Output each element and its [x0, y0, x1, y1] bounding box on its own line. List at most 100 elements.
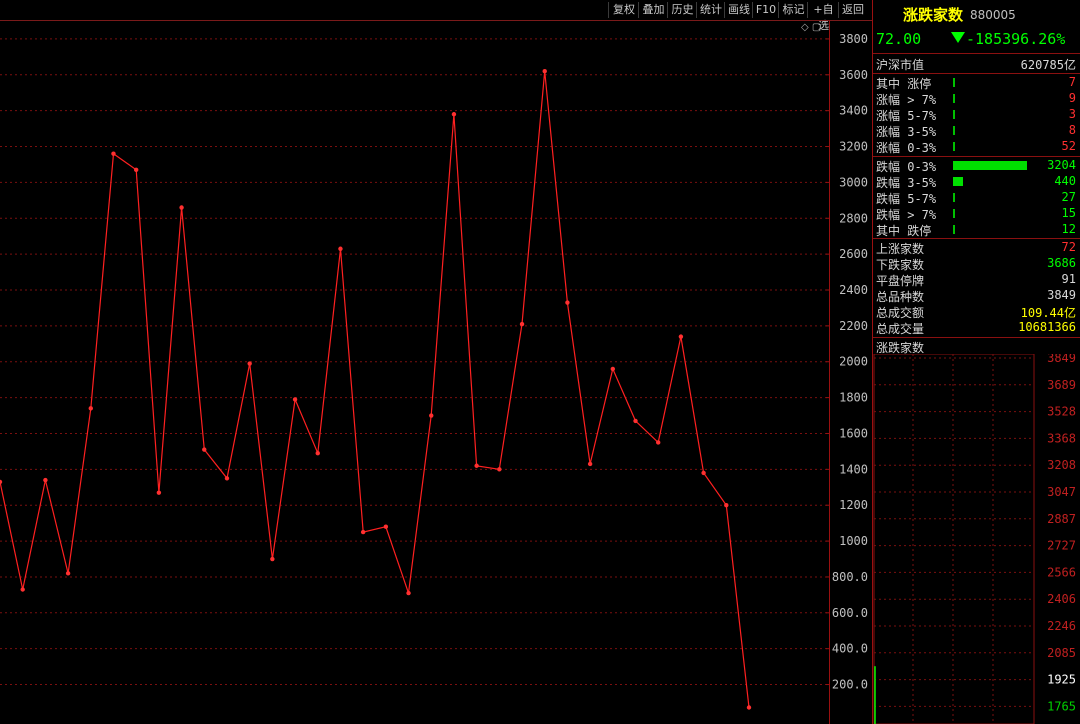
toolbar-button[interactable]: 历史: [667, 2, 697, 18]
y-tick-label: 600.0: [832, 606, 868, 620]
stat-label: 涨幅 3-5%: [876, 125, 937, 139]
y-tick-label: 2400: [839, 283, 868, 297]
mini-chart[interactable]: 3849 3689 3528 3368 3208 3047 2887 2727 2566 2406…: [873, 354, 1080, 724]
stat-row: 下跌家数 3686: [873, 256, 1080, 272]
mini-y-tick-label: 2246: [1047, 619, 1076, 633]
mini-y-tick-label: 2406: [1047, 592, 1076, 606]
stat-bar: [953, 142, 955, 151]
mini-y-tick-label: 2727: [1047, 539, 1076, 553]
stat-label: 跌幅 5-7%: [876, 192, 937, 206]
stat-value: 440: [1054, 174, 1076, 188]
y-tick-label: 3800: [839, 32, 868, 46]
mini-y-tick-label: 1925: [1047, 673, 1076, 687]
toolbar-button[interactable]: 标记: [778, 2, 808, 18]
y-tick-label: 1800: [839, 391, 868, 405]
data-point: [610, 366, 616, 372]
stat-value: 7: [1068, 75, 1076, 89]
chart-settings-icon[interactable]: ◇ ▢: [801, 22, 821, 33]
y-tick-label: 1600: [839, 426, 868, 440]
stat-label: 平盘停牌: [876, 274, 925, 288]
y-tick-label: 800.0: [832, 570, 868, 584]
data-point: [88, 406, 93, 411]
stat-value: 8: [1068, 123, 1076, 137]
toolbar-button[interactable]: 叠加: [638, 2, 668, 18]
toolbar-button[interactable]: F10: [752, 2, 779, 18]
market-cap-value: 620785亿: [1020, 58, 1076, 72]
y-tick-label: 3600: [839, 68, 868, 82]
y-tick-label: 200.0: [832, 678, 868, 692]
stat-row: 跌幅 5-7% 27: [873, 190, 1080, 206]
stat-row: 总成交额 109.44亿: [873, 304, 1080, 320]
toolbar-button[interactable]: 返回: [838, 2, 867, 18]
mini-y-tick-label: 2887: [1047, 512, 1076, 526]
data-point: [656, 440, 661, 445]
y-tick-label: 2200: [839, 319, 868, 333]
y-tick-label: 3400: [839, 104, 868, 118]
stat-value: 109.44亿: [1020, 306, 1076, 320]
stat-value: 27: [1061, 190, 1076, 204]
stat-bar: [953, 161, 1027, 170]
mini-y-tick-label: 1765: [1047, 699, 1076, 713]
main-line-chart[interactable]: 3800 3600 3400 3200 3000 2800 2600 2400 2200 2000…: [0, 21, 872, 724]
y-tick-label: 1200: [839, 498, 868, 512]
stat-bar: [953, 177, 963, 186]
y-tick-label: 3000: [839, 175, 868, 189]
stat-value: 72: [1061, 240, 1076, 254]
stat-value: 15: [1061, 206, 1076, 220]
divider: [873, 337, 1080, 338]
mini-y-tick-label: 3208: [1047, 458, 1076, 472]
stat-value: 91: [1061, 272, 1076, 286]
index-change: -185396.26%: [966, 30, 1066, 48]
data-point: [406, 590, 411, 596]
stat-value: 52: [1061, 139, 1076, 153]
stat-row: 其中 跌停 12: [873, 222, 1080, 238]
quote-panel: 涨跌家数 880005 72.00 -185396.26% 沪深市值 62078…: [873, 0, 1080, 724]
stat-label: 涨幅 5-7%: [876, 109, 937, 123]
data-point: [724, 503, 729, 508]
data-point: [20, 587, 25, 592]
data-point: [519, 321, 525, 327]
stat-row: 跌幅 3-5% 440: [873, 174, 1080, 190]
toolbar-button[interactable]: +自选: [807, 2, 839, 32]
stat-row: 平盘停牌 91: [873, 272, 1080, 288]
data-point: [429, 413, 434, 418]
stat-bar: [953, 78, 955, 87]
data-point: [156, 490, 162, 495]
stat-row: 上涨家数 72: [873, 240, 1080, 256]
stat-value: 10681366: [1018, 320, 1076, 334]
data-point: [542, 69, 547, 74]
data-point: [292, 397, 298, 402]
stat-row: 涨幅 0-3% 52: [873, 139, 1080, 155]
data-point: [587, 461, 593, 467]
data-point: [701, 470, 706, 476]
mini-chart-frame: [873, 354, 1035, 724]
index-code: 880005: [970, 8, 1016, 22]
mini-y-tick-label: 3849: [1047, 354, 1076, 365]
stat-label: 下跌家数: [876, 258, 925, 272]
divider: [873, 73, 1080, 74]
stat-row: 总成交量 10681366: [873, 320, 1080, 336]
toolbar-button[interactable]: 复权: [608, 2, 639, 18]
stat-row: 跌幅 0-3% 3204: [873, 158, 1080, 174]
mini-y-tick-label: 3689: [1047, 378, 1076, 392]
data-point: [633, 418, 638, 424]
toolbar-button[interactable]: 统计: [696, 2, 725, 18]
stat-value: 3686: [1047, 256, 1076, 270]
stat-row: 其中 涨停 7: [873, 75, 1080, 91]
data-point: [565, 300, 570, 305]
stat-value: 3849: [1047, 288, 1076, 302]
y-tick-label: 1400: [839, 462, 868, 476]
data-point: [202, 447, 207, 452]
toolbar-button[interactable]: 画线: [724, 2, 753, 18]
stat-label: 跌幅 > 7%: [876, 208, 937, 222]
stat-label: 上涨家数: [876, 242, 925, 256]
divider: [873, 53, 1080, 54]
y-tick-label: 2600: [839, 247, 868, 261]
divider: [873, 238, 1080, 239]
y-tick-label: 3200: [839, 140, 868, 154]
stat-value: 9: [1068, 91, 1076, 105]
data-point: [111, 151, 116, 156]
mini-y-tick-label: 3368: [1047, 431, 1076, 445]
stat-row: 涨幅 5-7% 3: [873, 107, 1080, 123]
data-point: [383, 524, 389, 529]
